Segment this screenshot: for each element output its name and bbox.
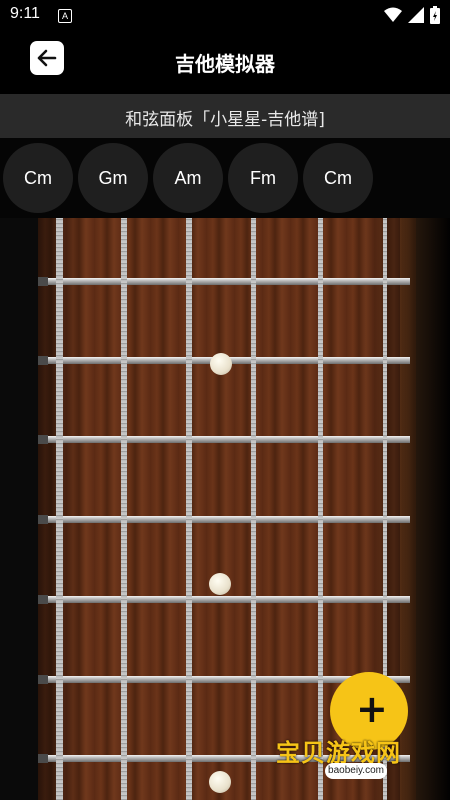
- chord-button-row: Cm Gm Am Fm Cm: [0, 138, 450, 218]
- watermark-plus-icon: +: [356, 687, 388, 731]
- fret-bar: [38, 515, 410, 524]
- page-title: 吉他模拟器: [175, 52, 275, 76]
- chord-panel-label: 和弦面板「小星星-吉他谱]: [125, 110, 325, 130]
- status-time: 9:11: [10, 5, 40, 22]
- chord-button[interactable]: Cm: [3, 143, 73, 213]
- battery-icon: [430, 6, 440, 24]
- notification-icon: A: [58, 9, 72, 23]
- chord-button[interactable]: Gm: [78, 143, 148, 213]
- fret-bar: [38, 595, 410, 604]
- status-icons: [384, 6, 440, 24]
- chord-button[interactable]: Fm: [228, 143, 298, 213]
- guitar-string[interactable]: [121, 218, 127, 800]
- chord-button[interactable]: Am: [153, 143, 223, 213]
- watermark-url: baobeiy.com: [325, 763, 387, 779]
- app-header: 吉他模拟器: [0, 30, 450, 94]
- fret-inlay-dot: [210, 353, 232, 375]
- guitar-string[interactable]: [56, 218, 63, 800]
- guitar-string[interactable]: [251, 218, 256, 800]
- guitar-string[interactable]: [318, 218, 323, 800]
- chord-button[interactable]: Cm: [303, 143, 373, 213]
- chord-panel-bar: 和弦面板「小星星-吉他谱]: [0, 94, 450, 138]
- fret-bar: [38, 277, 410, 286]
- fret-inlay-dot: [209, 771, 231, 793]
- fret-inlay-dot: [209, 573, 231, 595]
- guitar-string[interactable]: [186, 218, 192, 800]
- fret-bar: [38, 435, 410, 444]
- signal-icon: [408, 7, 424, 23]
- wifi-icon: [384, 7, 402, 22]
- status-bar: 9:11 A: [0, 0, 450, 30]
